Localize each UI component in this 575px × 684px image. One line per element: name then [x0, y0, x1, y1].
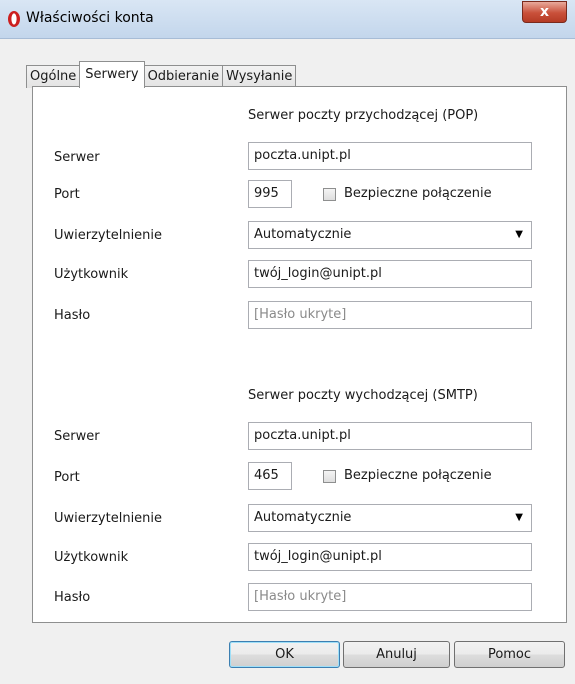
incoming-heading: Serwer poczty przychodzącej (POP) — [248, 108, 479, 123]
outgoing-server-input[interactable]: poczta.unipt.pl — [248, 422, 532, 450]
incoming-server-input[interactable]: poczta.unipt.pl — [248, 142, 532, 170]
window-title: Właściwości konta — [26, 10, 154, 26]
outgoing-user-input[interactable]: twój_login@unipt.pl — [248, 543, 532, 571]
outgoing-port-input[interactable]: 465 — [248, 462, 292, 490]
opera-logo-icon — [8, 11, 20, 27]
outgoing-user-label: Użytkownik — [54, 550, 129, 565]
close-button[interactable]: x — [522, 1, 567, 23]
incoming-password-label: Hasło — [54, 308, 91, 323]
chevron-down-icon: ▼ — [515, 512, 523, 523]
outgoing-auth-label: Uwierzytelnienie — [54, 511, 163, 526]
tab-sending[interactable]: Wysyłanie — [222, 65, 297, 88]
incoming-user-input[interactable]: twój_login@unipt.pl — [248, 260, 532, 288]
incoming-secure-label: Bezpieczne połączenie — [344, 186, 492, 201]
incoming-password-input[interactable]: [Hasło ukryte] — [248, 301, 532, 329]
incoming-user-label: Użytkownik — [54, 267, 129, 282]
outgoing-secure-label: Bezpieczne połączenie — [344, 468, 492, 483]
outgoing-heading: Serwer poczty wychodzącej (SMTP) — [248, 388, 478, 403]
incoming-port-label: Port — [54, 187, 80, 202]
outgoing-port-label: Port — [54, 470, 80, 485]
tab-general[interactable]: Ogólne — [26, 65, 81, 88]
incoming-auth-value: Automatycznie — [254, 227, 352, 242]
tab-strip: Ogólne Serwery Odbieranie Wysyłanie — [26, 61, 297, 88]
incoming-server-label: Serwer — [54, 150, 100, 165]
help-button[interactable]: Pomoc — [454, 641, 565, 668]
outgoing-auth-select[interactable]: Automatycznie ▼ — [248, 504, 532, 532]
outgoing-server-label: Serwer — [54, 429, 100, 444]
ok-button[interactable]: OK — [229, 641, 340, 668]
incoming-port-input[interactable]: 995 — [248, 180, 292, 208]
outgoing-auth-value: Automatycznie — [254, 510, 352, 525]
outgoing-password-input[interactable]: [Hasło ukryte] — [248, 583, 532, 611]
incoming-auth-select[interactable]: Automatycznie ▼ — [248, 221, 532, 249]
outgoing-secure-checkbox[interactable] — [323, 470, 336, 483]
outgoing-password-label: Hasło — [54, 590, 91, 605]
tab-receiving[interactable]: Odbieranie — [143, 65, 224, 88]
incoming-secure-checkbox[interactable] — [323, 188, 336, 201]
chevron-down-icon: ▼ — [515, 229, 523, 240]
incoming-auth-label: Uwierzytelnienie — [54, 228, 163, 243]
tab-servers[interactable]: Serwery — [79, 61, 145, 88]
close-icon: x — [539, 4, 550, 20]
cancel-button[interactable]: Anuluj — [343, 641, 450, 668]
title-bar: Właściwości konta x — [0, 0, 575, 39]
